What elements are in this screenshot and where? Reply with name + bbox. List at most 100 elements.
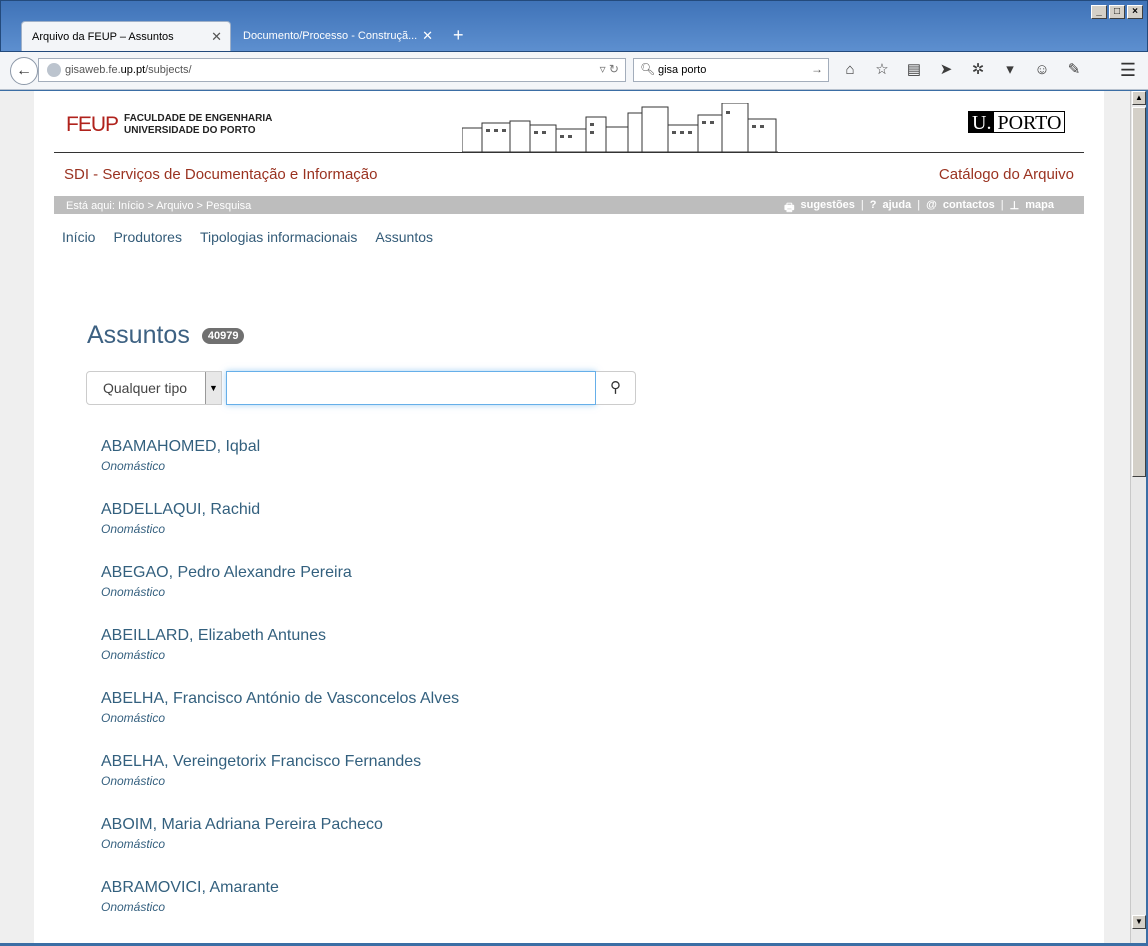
help-icon: ? [869,199,877,211]
separator: | [1000,199,1004,211]
vertical-scrollbar[interactable]: ▲ ▼ [1130,91,1146,943]
results-list: ABAMAHOMED, Iqbal Onomástico ABDELLAQUI,… [101,438,459,942]
header-divider [54,152,1084,153]
catalog-title[interactable]: Catálogo do Arquivo [939,166,1074,183]
result-link[interactable]: ABAMAHOMED, Iqbal [101,438,459,456]
feup-line2: UNIVERSIDADE DO PORTO [124,125,256,136]
list-item: ABEGAO, Pedro Alexandre Pereira Onomásti… [101,564,459,627]
reload-icon[interactable]: ▿ ↻ [600,62,619,76]
nav-assuntos[interactable]: Assuntos [375,229,433,245]
search-icon: ⚲ [610,379,621,396]
buildings-illustration [462,103,778,153]
result-type: Onomástico [101,837,166,851]
breadcrumb: Está aqui: Início > Arquivo > Pesquisa [66,200,252,212]
back-arrow-icon[interactable]: ← [10,57,38,85]
new-tab-icon[interactable]: + [453,25,464,46]
feup-text: FACULDADE DE ENGENHARIA UNIVERSIDADE DO … [124,113,272,137]
at-icon: @ [926,199,937,211]
result-link[interactable]: ABEGAO, Pedro Alexandre Pereira [101,564,459,582]
browser-tab[interactable]: Documento/Processo - Construçã... ✕ [233,21,441,51]
result-link[interactable]: ABEILLARD, Elizabeth Antunes [101,627,459,645]
count-badge: 40979 [201,327,245,344]
list-item: ABEILLARD, Elizabeth Antunes Onomástico [101,627,459,690]
send-icon[interactable]: ➤ [936,60,956,80]
scroll-down-icon[interactable]: ▼ [1132,915,1146,929]
close-window-icon[interactable]: × [1127,5,1143,19]
globe-icon [47,63,61,77]
dropdown-icon[interactable]: ▾ [1000,60,1020,80]
separator: | [917,199,921,211]
uporto-logo[interactable]: U. PORTO [968,111,1066,134]
result-type: Onomástico [101,648,166,662]
uporto-u: U. [969,112,995,134]
feup-line1: FACULDADE DE ENGENHARIA [124,113,273,124]
list-item: ABAMAHOMED, Iqbal Onomástico [101,438,459,501]
extension-icon[interactable]: ✲ [968,60,988,80]
sdi-title[interactable]: SDI - Serviços de Documentação e Informa… [64,166,377,183]
tab-label: Documento/Processo - Construçã... [243,30,418,42]
browser-titlebar: _ □ × Arquivo da FEUP – Assuntos ✕ Docum… [0,0,1148,52]
maximize-icon[interactable]: □ [1109,5,1125,19]
result-type: Onomástico [101,459,166,473]
result-type: Onomástico [101,900,166,914]
tab-close-icon[interactable]: ✕ [211,29,222,45]
list-item: ABELHA, Vereingetorix Francisco Fernande… [101,753,459,816]
result-link[interactable]: ABDELLAQUI, Rachid [101,501,459,519]
suggestions-link[interactable]: sugestões [800,199,854,218]
page-heading: Assuntos 40979 [87,321,245,350]
tab-label: Arquivo da FEUP – Assuntos [32,31,174,43]
breadcrumb-bar: Está aqui: Início > Arquivo > Pesquisa 🖶… [54,196,1084,214]
contacts-link[interactable]: contactos [943,199,995,218]
scroll-thumb[interactable] [1132,107,1146,477]
list-item: ABRAMOVICI, Amarante Onomástico [101,879,459,942]
list-item: ABDELLAQUI, Rachid Onomástico [101,501,459,564]
browser-search-box[interactable]: 🔍︎ gisa porto → [633,58,829,82]
url-prefix: gisaweb.fe. [65,64,121,76]
sitemap-icon: ⊥ [1009,200,1020,212]
type-filter-select[interactable]: Qualquer tipo ▼ [86,371,222,405]
tab-close-icon[interactable]: ✕ [422,28,433,44]
reading-list-icon[interactable]: ▤ [904,60,924,80]
feup-logo[interactable]: FEUP FACULDADE DE ENGENHARIA UNIVERSIDAD… [66,113,272,137]
map-link[interactable]: mapa [1025,199,1054,218]
chat-icon[interactable]: ☺ [1032,60,1052,80]
subject-search: Qualquer tipo ▼ ⚲ [86,371,636,405]
screenshot-icon[interactable]: ✎ [1064,60,1084,80]
nav-produtores[interactable]: Produtores [113,229,181,245]
help-link[interactable]: ajuda [883,199,912,218]
search-icon: 🔍︎ [640,62,656,76]
toolbar-icons: ⌂ ☆ ▤ ➤ ✲ ▾ ☺ ✎ [840,60,1084,80]
uporto-porto: PORTO [997,112,1062,134]
search-button[interactable]: ⚲ [596,371,636,405]
nav-inicio[interactable]: Início [62,229,95,245]
result-link[interactable]: ABOIM, Maria Adriana Pereira Pacheco [101,816,459,834]
url-path: /subjects/ [145,64,192,76]
result-type: Onomástico [101,585,166,599]
minimize-icon[interactable]: _ [1091,5,1107,19]
feup-mark: FEUP [66,113,119,136]
chevron-down-icon[interactable]: ▼ [205,372,221,404]
main-nav: Início Produtores Tipologias informacion… [62,229,433,245]
result-link[interactable]: ABRAMOVICI, Amarante [101,879,459,897]
search-go-arrow-icon[interactable]: → [811,62,823,76]
page-title: Assuntos [87,321,190,349]
page-content: FEUP FACULDADE DE ENGENHARIA UNIVERSIDAD… [34,91,1104,943]
browser-tab-active[interactable]: Arquivo da FEUP – Assuntos ✕ [21,21,231,51]
list-item: ABELHA, Francisco António de Vasconcelos… [101,690,459,753]
url-bar[interactable]: gisaweb.fe.up.pt/subjects/ ▿ ↻ [38,58,626,82]
browser-search-value: gisa porto [658,64,707,76]
bookmark-star-icon[interactable]: ☆ [872,60,892,80]
result-link[interactable]: ABELHA, Francisco António de Vasconcelos… [101,690,459,708]
home-icon[interactable]: ⌂ [840,60,860,80]
list-item: ABOIM, Maria Adriana Pereira Pacheco Ono… [101,816,459,879]
result-type: Onomástico [101,522,166,536]
page-viewport: FEUP FACULDADE DE ENGENHARIA UNIVERSIDAD… [0,91,1130,943]
result-link[interactable]: ABELHA, Vereingetorix Francisco Fernande… [101,753,459,771]
scroll-up-icon[interactable]: ▲ [1132,91,1146,105]
nav-tipologias[interactable]: Tipologias informacionais [200,229,357,245]
subject-search-input[interactable] [226,371,596,405]
type-filter-value: Qualquer tipo [103,380,188,396]
url-host: up.pt [120,64,146,76]
hamburger-menu-icon[interactable]: ☰ [1120,60,1136,81]
printer-icon: 🖶 [784,202,795,214]
